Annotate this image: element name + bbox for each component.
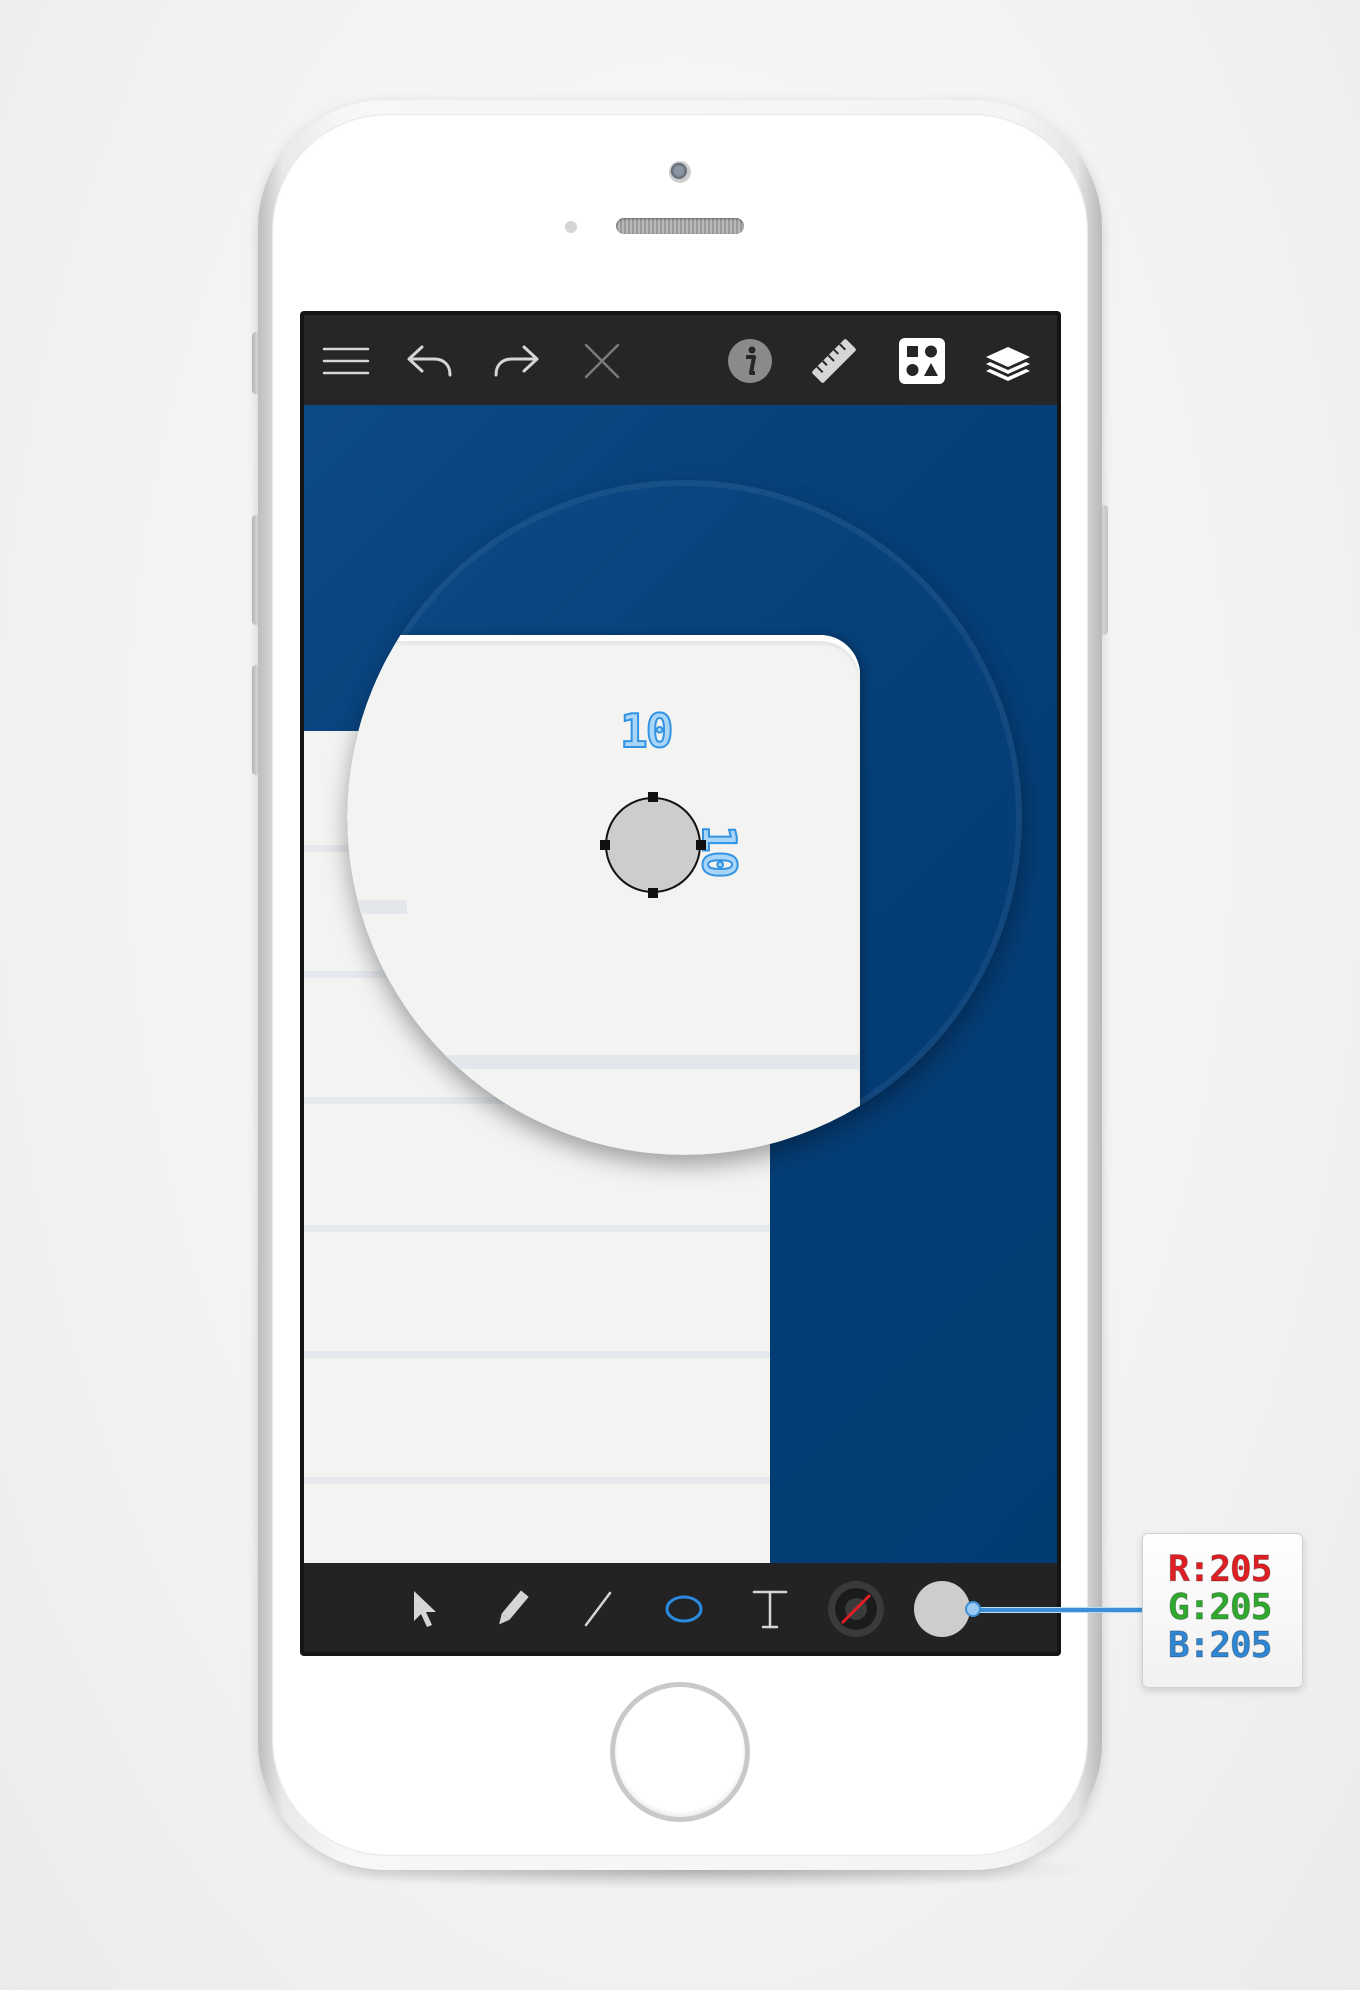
resize-handle-right[interactable]	[696, 840, 706, 850]
arrow-pointer-icon[interactable]	[400, 1583, 452, 1635]
resize-handle-top[interactable]	[648, 792, 658, 802]
layers-icon[interactable]	[982, 335, 1034, 387]
callout-anchor-dot	[965, 1601, 981, 1617]
height-measurement: 10	[691, 824, 747, 877]
color-value-callout: R:205 G:205 B:205	[1142, 1533, 1303, 1688]
page-rule-line	[304, 1477, 770, 1484]
width-measurement: 10	[619, 704, 674, 758]
line-icon[interactable]	[572, 1583, 624, 1635]
fill-color-swatch[interactable]	[914, 1581, 970, 1637]
menu-icon[interactable]	[320, 335, 372, 387]
info-icon[interactable]	[724, 335, 776, 387]
green-value: G:205	[1167, 1587, 1272, 1628]
text-tool-icon[interactable]: T	[744, 1583, 796, 1635]
red-value: R:205	[1167, 1549, 1272, 1590]
top-toolbar	[304, 315, 1057, 405]
resize-handle-bottom[interactable]	[648, 888, 658, 898]
blue-value: B:205	[1167, 1625, 1272, 1666]
pencil-icon[interactable]	[486, 1583, 538, 1635]
stroke-color-swatch[interactable]	[828, 1581, 884, 1637]
shapes-icon[interactable]	[896, 335, 948, 387]
undo-icon[interactable]	[404, 335, 456, 387]
redo-icon[interactable]	[490, 335, 542, 387]
earpiece-speaker	[616, 218, 744, 234]
resize-handle-left[interactable]	[600, 840, 610, 850]
bottom-toolbar: T	[304, 1563, 1057, 1652]
close-icon[interactable]	[576, 335, 628, 387]
home-button[interactable]	[610, 1682, 750, 1822]
page-rule-line	[304, 1351, 770, 1358]
selected-ellipse-shape[interactable]	[605, 797, 701, 893]
page-rule-line	[304, 1225, 770, 1232]
proximity-sensor	[565, 221, 577, 233]
front-camera	[669, 161, 691, 183]
ellipse-icon[interactable]	[658, 1583, 710, 1635]
callout-connector	[975, 1608, 1145, 1612]
ruler-icon[interactable]	[808, 335, 860, 387]
text-tool-label: T	[796, 1583, 797, 1584]
